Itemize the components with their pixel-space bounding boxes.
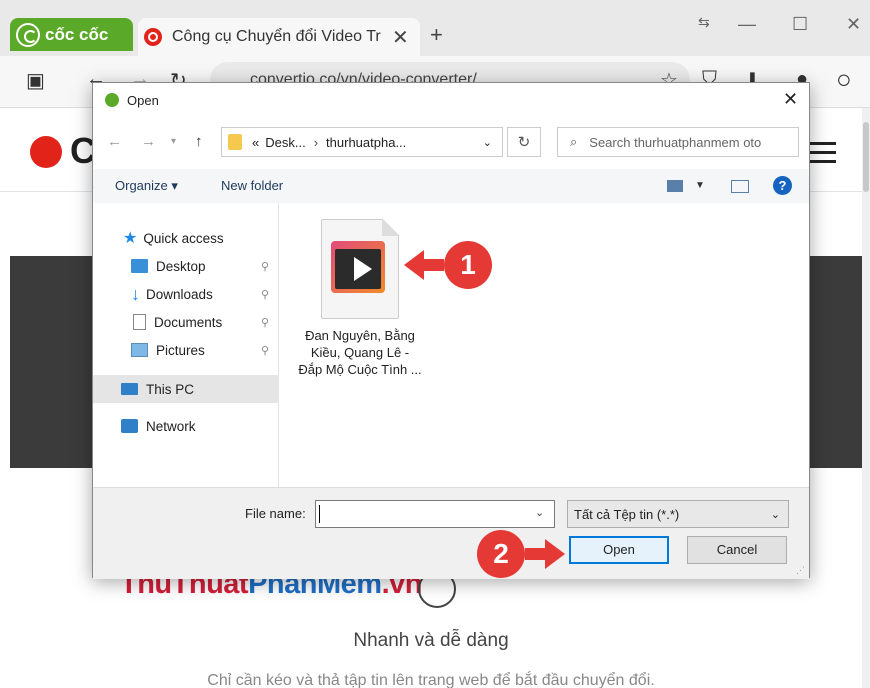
browser-tab-bar: cốc cốc Công cụ Chuyển đổi Video Tr ✕ + … <box>0 0 870 56</box>
nav-label: Downloads <box>146 286 213 302</box>
sidebar-icon[interactable]: ▣ <box>26 68 45 93</box>
nav-downloads[interactable]: ↓ Downloads ⚲ <box>131 281 277 307</box>
page-description: Chỉ cần kéo và thả tập tin lên trang web… <box>207 672 655 688</box>
annotation-arrow-icon <box>404 250 424 280</box>
breadcrumb-desktop[interactable]: Desk... <box>265 135 305 150</box>
dialog-close-icon[interactable]: ✕ <box>783 89 798 110</box>
download-icon: ↓ <box>131 283 140 304</box>
convertio-logo-icon[interactable] <box>30 136 62 168</box>
nav-desktop[interactable]: Desktop ⚲ <box>131 253 277 279</box>
view-options-icon[interactable] <box>667 180 683 192</box>
video-file-icon[interactable] <box>321 218 400 319</box>
tab-close-icon[interactable]: ✕ <box>392 25 409 50</box>
nav-network[interactable]: Network <box>121 413 196 439</box>
text-caret <box>319 505 320 523</box>
computer-icon <box>121 383 138 395</box>
open-button[interactable]: Open <box>569 536 669 564</box>
star-icon: ★ <box>123 230 138 247</box>
page-scrollbar-thumb[interactable] <box>863 122 869 192</box>
page-scrollbar[interactable] <box>862 108 870 688</box>
pin-icon[interactable]: ⚲ <box>261 260 269 273</box>
nav-label: Desktop <box>156 258 206 274</box>
preview-pane-icon[interactable] <box>731 180 749 193</box>
breadcrumb-prefix: « <box>252 134 260 150</box>
back-arrow-icon[interactable]: ← <box>107 133 122 150</box>
coccoc-logo-icon <box>16 22 40 47</box>
convertio-favicon-icon <box>144 28 162 46</box>
dialog-command-bar: Organize ▾ New folder ▼ ? <box>93 169 809 203</box>
page-subtitle: Nhanh và dễ dàng <box>353 630 509 651</box>
file-name-field-label: File name: <box>245 506 306 521</box>
annotation-arrow-icon <box>545 539 565 569</box>
hamburger-menu-icon[interactable] <box>808 142 836 169</box>
nav-label: Documents <box>154 314 223 330</box>
tab-title: Công cụ Chuyển đổi Video Tr <box>172 28 381 45</box>
dialog-bottom-panel: File name: ⌄ Tất cả Tệp tin (*.*) ⌄ 2 Op… <box>93 487 809 579</box>
menu-circle-icon[interactable]: ○ <box>836 64 852 95</box>
network-icon <box>121 419 138 433</box>
file-name-input[interactable] <box>315 500 555 528</box>
new-tab-icon[interactable]: + <box>430 22 443 48</box>
nav-label: Pictures <box>156 342 205 358</box>
dialog-titlebar: Open ✕ <box>93 83 809 117</box>
nav-documents[interactable]: Documents ⚲ <box>133 309 277 335</box>
file-list-pane: Đan Nguyên, Bằng Kiều, Quang Lê - Đắp Mộ… <box>280 203 809 487</box>
forward-arrow-icon[interactable]: → <box>141 133 156 150</box>
cancel-button[interactable]: Cancel <box>687 536 787 564</box>
dialog-breadcrumb[interactable]: « Desk... › thurhuatpha... ⌄ <box>221 127 503 157</box>
up-arrow-icon[interactable]: ↑ <box>195 133 203 150</box>
breadcrumb-dropdown-icon[interactable]: ⌄ <box>483 136 492 149</box>
resize-grip-icon[interactable]: ⋰ <box>796 565 805 576</box>
file-type-select[interactable]: Tất cả Tệp tin (*.*) ⌄ <box>567 500 789 528</box>
step-number: 1 <box>444 241 492 289</box>
dialog-title: Open <box>127 93 159 108</box>
navigation-pane: ★ Quick access Desktop ⚲ ↓ Downloads ⚲ D… <box>93 203 279 487</box>
pin-icon[interactable]: ⚲ <box>261 344 269 357</box>
browser-tab-active[interactable]: Công cụ Chuyển đổi Video Tr ✕ <box>138 18 420 56</box>
dialog-app-icon <box>105 93 119 107</box>
nav-label: This PC <box>146 381 195 397</box>
folder-search-input[interactable]: ⌕ Search thurhuatphanmem oto <box>557 127 799 157</box>
window-close-icon[interactable]: ✕ <box>846 14 861 35</box>
nav-this-pc[interactable]: This PC <box>121 376 194 402</box>
file-name-dropdown-icon[interactable]: ⌄ <box>535 506 544 519</box>
folder-icon <box>228 134 242 150</box>
breadcrumb-folder[interactable]: thurhuatpha... <box>326 135 406 150</box>
file-type-dropdown-icon: ⌄ <box>770 508 780 521</box>
dialog-nav-row: ← → ▾ ↑ « Desk... › thurhuatpha... ⌄ ↻ ⌕… <box>93 123 809 159</box>
search-placeholder: Search thurhuatphanmem oto <box>589 134 762 150</box>
new-folder-button[interactable]: New folder <box>221 178 283 193</box>
step-1-annotation: 1 <box>404 241 492 289</box>
step-number: 2 <box>477 530 525 578</box>
view-dropdown-icon[interactable]: ▼ <box>695 180 705 191</box>
organize-button[interactable]: Organize ▾ <box>115 178 178 194</box>
desktop-icon <box>131 259 148 273</box>
breadcrumb-chevron-icon: › <box>313 134 319 150</box>
nav-quick-access[interactable]: ★ Quick access <box>123 225 224 251</box>
pin-icon[interactable]: ⚲ <box>261 316 269 329</box>
search-icon: ⌕ <box>570 134 578 149</box>
minimize-icon[interactable]: — <box>738 14 756 35</box>
pictures-icon <box>131 343 148 357</box>
file-name-label[interactable]: Đan Nguyên, Bằng Kiều, Quang Lê - Đắp Mộ… <box>298 327 422 378</box>
file-type-value: Tất cả Tệp tin (*.*) <box>574 506 680 522</box>
pin-icon[interactable]: ⚲ <box>261 288 269 301</box>
document-icon <box>133 314 146 330</box>
maximize-icon[interactable]: ☐ <box>792 14 808 35</box>
refresh-icon[interactable]: ↻ <box>507 127 541 157</box>
tab-list-icon[interactable]: ⇆ <box>698 14 710 31</box>
step-2-annotation: 2 <box>477 530 565 578</box>
help-icon[interactable]: ? <box>773 176 792 195</box>
nav-label: Quick access <box>143 230 224 246</box>
recent-dropdown-icon[interactable]: ▾ <box>171 136 176 147</box>
open-file-dialog: Open ✕ ← → ▾ ↑ « Desk... › thurhuatpha..… <box>92 82 810 579</box>
brand-label: cốc cốc <box>45 24 109 44</box>
nav-label: Network <box>146 418 196 434</box>
nav-pictures[interactable]: Pictures ⚲ <box>131 337 277 363</box>
coccoc-brand[interactable]: cốc cốc <box>10 18 133 51</box>
